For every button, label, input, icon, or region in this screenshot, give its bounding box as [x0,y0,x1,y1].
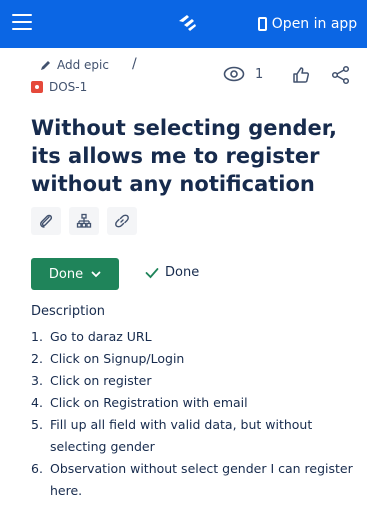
step-text: Click on Signup/Login [50,351,185,366]
bug-icon [31,81,43,93]
step-text: Fill up all field with valid data, but w… [50,417,313,454]
step-number: 4. [31,395,43,410]
status-label: Done [48,266,84,282]
step-text: Observation without select gender I can … [50,461,353,498]
list-item: 5. Fill up all field with valid data, but… [31,414,361,458]
open-in-app-label: Open in app [271,16,358,32]
step-text: Click on register [50,373,152,388]
link-issue-button[interactable] [107,207,137,235]
top-bar: Open in app [0,0,367,48]
link-icon [115,214,129,228]
quick-actions [31,207,137,235]
list-item: 6. Observation without select gender I ca… [31,458,361,502]
add-epic-label: Add epic [57,58,109,72]
phone-icon [257,17,267,31]
list-item: 3. Click on register [31,370,361,392]
status-dropdown[interactable]: Done [31,258,119,290]
jira-logo-icon[interactable] [175,11,199,35]
list-item: 1. Go to daraz URL [31,326,361,348]
resolution-label: Done [165,265,200,280]
step-text: Click on Registration with email [50,395,248,410]
list-item: 2. Click on Signup/Login [31,348,361,370]
breadcrumb-separator: / [132,56,137,72]
pencil-icon [41,61,50,70]
watchers-count: 1 [255,66,264,82]
step-number: 5. [31,417,43,432]
description-steps[interactable]: 1. Go to daraz URL 2. Click on Signup/Logi… [31,326,361,502]
step-text: Go to daraz URL [50,329,152,344]
step-number: 2. [31,351,43,366]
chevron-down-icon [91,271,101,277]
hamburger-icon[interactable] [12,14,32,32]
list-item: 4. Click on Registration with email [31,392,361,414]
thumbs-up-icon[interactable] [291,65,311,85]
hierarchy-icon [76,213,92,228]
add-epic-link[interactable]: Add epic [40,58,109,72]
share-icon[interactable] [331,65,351,85]
checkmark-icon [145,267,159,278]
issue-title[interactable]: Without selecting gender, its allows me … [31,114,351,198]
step-number: 6. [31,461,43,476]
child-issues-button[interactable] [69,207,99,235]
attach-button[interactable] [31,207,61,235]
open-in-app-button[interactable]: Open in app [248,0,367,48]
issue-key: DOS-1 [49,80,88,94]
step-number: 3. [31,373,43,388]
issue-key-link[interactable]: DOS-1 [31,80,87,94]
paperclip-icon [40,214,53,228]
resolution: Done [145,265,199,280]
step-number: 1. [31,329,43,344]
description-heading: Description [31,304,106,319]
eye-icon [223,66,245,82]
watch-button[interactable]: 1 [223,66,263,82]
